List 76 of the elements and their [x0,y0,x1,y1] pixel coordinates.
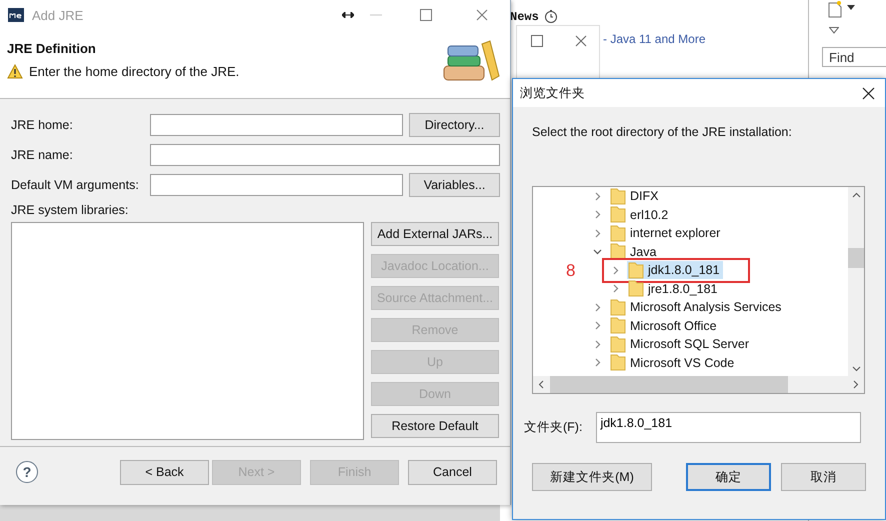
resize-cursor-icon [342,12,354,18]
tree-item[interactable]: Microsoft VS Code [609,354,738,372]
tree-item[interactable]: jre1.8.0_181 [627,280,721,298]
folder-icon [628,262,644,279]
dialog-button[interactable]: 取消 [781,463,866,491]
folder-label: 文件夹(F): [524,419,582,436]
expand-chevron-icon[interactable] [593,358,602,368]
annotation-number: 8 [566,261,576,281]
text-field[interactable] [150,114,403,136]
scroll-right-icon[interactable] [853,380,859,389]
wizard-button[interactable]: < Back [120,460,209,484]
scroll-left-icon[interactable] [538,380,544,389]
text-field[interactable] [150,174,403,196]
libraries-label: JRE system libraries: [11,203,130,217]
tree-item[interactable]: erl10.2 [609,206,672,224]
tree-item[interactable]: Java [609,242,660,261]
news-link[interactable]: - Java 11 and More [603,32,706,46]
scrollbar-thumb[interactable] [848,248,864,268]
scroll-up-icon[interactable] [852,192,860,198]
window-title: Add JRE [32,8,84,22]
folder-icon [610,354,626,372]
dialog-button[interactable]: 确定 [686,463,771,491]
browse-button[interactable]: Directory... [409,113,500,137]
expand-chevron-icon[interactable] [593,210,602,220]
tree-item[interactable]: Microsoft Analysis Services [609,298,784,316]
help-button[interactable]: ? [16,461,38,483]
expand-chevron-icon[interactable] [593,302,602,312]
folder-icon [610,206,626,224]
folder-icon [610,224,626,242]
dropdown-caret-icon[interactable] [829,27,839,34]
folder-field[interactable]: jdk1.8.0_181 [596,412,862,443]
tree-item[interactable]: Microsoft Office [609,316,720,335]
folder-icon [610,243,626,260]
maximize-icon[interactable] [420,9,432,21]
expand-chevron-icon[interactable] [611,266,620,275]
scroll-down-icon[interactable] [852,366,860,372]
instruction-text: Select the root directory of the JRE installation: [532,125,793,139]
page-heading: JRE Definition [7,41,97,56]
text-field[interactable] [150,144,500,166]
maximize-icon[interactable] [531,35,543,47]
dropdown-caret-icon[interactable] [847,5,855,11]
dialog-button[interactable]: 新建文件夹(M) [532,463,652,491]
tree-item[interactable]: jdk1.8.0_181 [627,261,723,280]
expand-chevron-icon[interactable] [593,247,602,256]
browse-button[interactable]: Variables... [409,173,500,197]
warning-message: Enter the home directory of the JRE. [29,64,240,79]
window-title: 浏览文件夹 [520,84,585,102]
news-heading: News [510,10,539,24]
find-field[interactable]: Find [822,47,886,67]
warning-icon [7,64,23,79]
wizard-button[interactable]: Cancel [408,460,497,484]
library-button[interactable]: Restore Default [371,414,499,438]
library-button[interactable]: Add External JARs... [371,222,499,246]
scrollbar-thumb[interactable] [550,376,788,393]
vertical-scrollbar[interactable] [848,187,864,377]
folder-icon [628,280,644,298]
clock-icon [544,9,558,23]
folder-icon [610,188,626,205]
folder-icon [610,317,626,334]
expand-chevron-icon[interactable] [593,192,602,201]
tree-item[interactable]: internet explorer [609,224,724,242]
horizontal-scrollbar[interactable] [533,376,864,393]
close-icon[interactable] [862,86,875,100]
field-label: JRE name: [11,148,74,162]
field-label: Default VM arguments: [11,178,140,192]
tree-item[interactable]: DIFX [609,187,662,206]
expand-chevron-icon[interactable] [611,284,620,294]
folder-icon [610,298,626,316]
folder-icon [610,336,626,353]
app-logo-icon [8,8,24,22]
tree-item[interactable]: Microsoft SQL Server [609,335,752,354]
new-file-icon[interactable] [827,0,843,18]
expand-chevron-icon[interactable] [593,228,602,238]
expand-chevron-icon[interactable] [593,340,602,349]
expand-chevron-icon[interactable] [593,321,602,330]
field-label: JRE home: [11,118,74,132]
